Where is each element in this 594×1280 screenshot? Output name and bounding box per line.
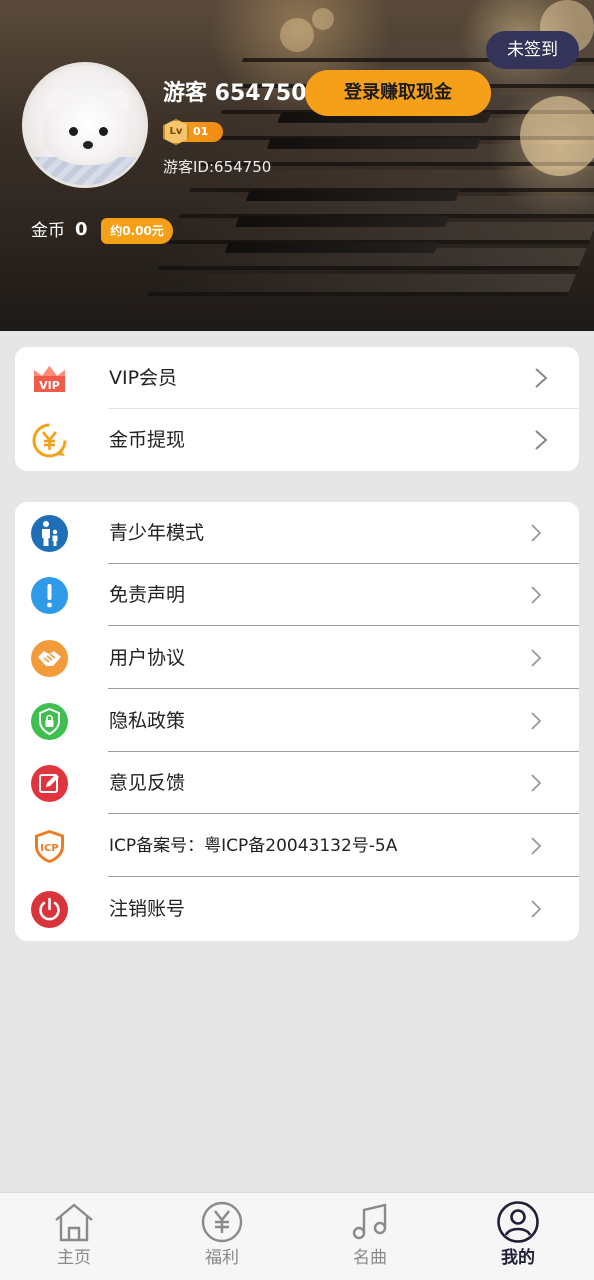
settings-card: 青少年模式 免责声明 用户协议 隐私政策 意见反馈 ICP ICP备案号：粤IC…: [15, 502, 579, 941]
nav-mine[interactable]: 我的: [444, 1193, 592, 1280]
nav-label: 主页: [57, 1248, 91, 1268]
login-earn-cash-button[interactable]: 登录赚取现金: [305, 70, 491, 116]
handshake-icon: [31, 640, 68, 677]
row-label: VIP会员: [109, 367, 178, 389]
row-label: 意见反馈: [109, 772, 186, 794]
edit-icon: [31, 765, 68, 802]
row-label: ICP备案号：粤ICP备20043132号-5A: [109, 836, 398, 856]
yuan-circle-icon: [201, 1201, 243, 1243]
row-label: 隐私政策: [109, 710, 186, 732]
chevron-right-icon: [531, 524, 542, 542]
chevron-right-icon: [535, 368, 548, 388]
nav-label: 名曲: [353, 1248, 387, 1268]
visitor-id: 游客ID:654750: [163, 158, 272, 176]
svg-text:VIP: VIP: [39, 379, 60, 392]
chevron-right-icon: [531, 712, 542, 730]
chevron-right-icon: [531, 774, 542, 792]
row-label: 青少年模式: [109, 522, 205, 544]
row-youth-mode[interactable]: 青少年模式: [15, 502, 579, 564]
row-delete-account[interactable]: 注销账号: [15, 878, 579, 940]
icp-shield-icon: ICP: [35, 830, 64, 863]
coins-label: 金币: [31, 221, 65, 241]
account-card: VIP VIP会员 金币提现: [15, 347, 579, 471]
username: 游客 654750: [163, 81, 307, 106]
nav-home[interactable]: 主页: [0, 1193, 148, 1280]
row-vip-member[interactable]: VIP VIP会员: [15, 347, 579, 409]
row-label: 注销账号: [109, 898, 186, 920]
row-label: 金币提现: [109, 429, 186, 451]
nav-label: 福利: [205, 1248, 239, 1268]
row-coin-withdraw[interactable]: 金币提现: [15, 409, 579, 471]
nav-famous-songs[interactable]: 名曲: [296, 1193, 444, 1280]
parent-child-icon: [31, 515, 68, 552]
signin-status-badge[interactable]: 未签到: [486, 31, 579, 69]
exclamation-icon: [31, 577, 68, 614]
row-icp-record[interactable]: ICP ICP备案号：粤ICP备20043132号-5A: [15, 815, 579, 877]
shield-lock-icon: [31, 703, 68, 740]
row-label: 免责声明: [109, 584, 186, 606]
chevron-right-icon: [535, 430, 548, 450]
row-disclaimer[interactable]: 免责声明: [15, 564, 579, 626]
row-privacy-policy[interactable]: 隐私政策: [15, 690, 579, 752]
music-note-icon: [352, 1203, 387, 1240]
chevron-right-icon: [531, 586, 542, 604]
chevron-right-icon: [531, 837, 542, 855]
nav-welfare[interactable]: 福利: [148, 1193, 296, 1280]
chevron-right-icon: [531, 900, 542, 918]
coins-approx-badge: 约0.00元: [101, 218, 173, 244]
user-icon: [497, 1201, 539, 1243]
svg-text:ICP: ICP: [40, 843, 58, 854]
profile-header: 未签到 游客 654750 登录赚取现金 01 Lv 游客ID:654750 金…: [0, 0, 594, 331]
chevron-right-icon: [531, 649, 542, 667]
power-icon: [31, 891, 68, 928]
yuan-coin-icon: [32, 423, 67, 458]
coins-value: 0: [75, 219, 88, 240]
vip-crown-icon: VIP: [34, 366, 65, 392]
nav-label: 我的: [501, 1248, 535, 1268]
row-user-agreement[interactable]: 用户协议: [15, 627, 579, 689]
home-icon: [55, 1203, 93, 1242]
avatar[interactable]: [22, 62, 148, 188]
row-feedback[interactable]: 意见反馈: [15, 752, 579, 814]
bottom-nav: 主页 福利 名曲 我的: [0, 1192, 594, 1280]
row-label: 用户协议: [109, 647, 186, 669]
